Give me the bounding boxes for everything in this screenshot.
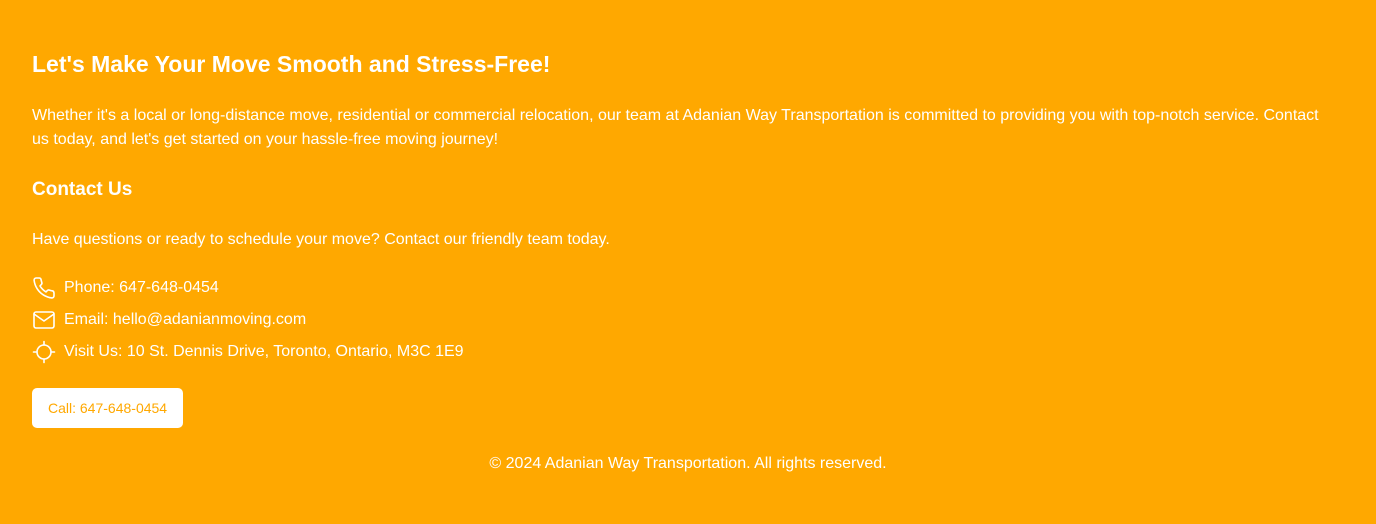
contact-item-address: Visit Us: 10 St. Dennis Drive, Toronto, …: [32, 340, 464, 364]
contact-phone-text: Phone: 647-648-0454: [64, 279, 219, 296]
contact-email-text: Email: hello@adanianmoving.com: [64, 311, 307, 328]
contact-heading: Contact Us: [32, 179, 133, 200]
call-button[interactable]: Call: 647-648-0454: [32, 388, 184, 428]
contact-item-email: Email: hello@adanianmoving.com: [32, 308, 464, 332]
contact-list: Phone: 647-648-0454 Email: hello@adanian…: [32, 276, 464, 372]
location-icon: [32, 340, 56, 364]
section-headline: Let's Make Your Move Smooth and Stress-F…: [32, 51, 551, 77]
intro-paragraph: Whether it's a local or long-distance mo…: [32, 107, 1319, 148]
footer-copyright: © 2024 Adanian Way Transportation. All r…: [489, 455, 887, 472]
contact-section: Let's Make Your Move Smooth and Stress-F…: [32, 0, 1344, 524]
mail-icon: [32, 308, 56, 332]
contact-item-phone: Phone: 647-648-0454: [32, 276, 464, 300]
contact-address-text: Visit Us: 10 St. Dennis Drive, Toronto, …: [64, 343, 464, 360]
phone-icon: [32, 276, 56, 300]
contact-description: Have questions or ready to schedule your…: [32, 231, 610, 248]
